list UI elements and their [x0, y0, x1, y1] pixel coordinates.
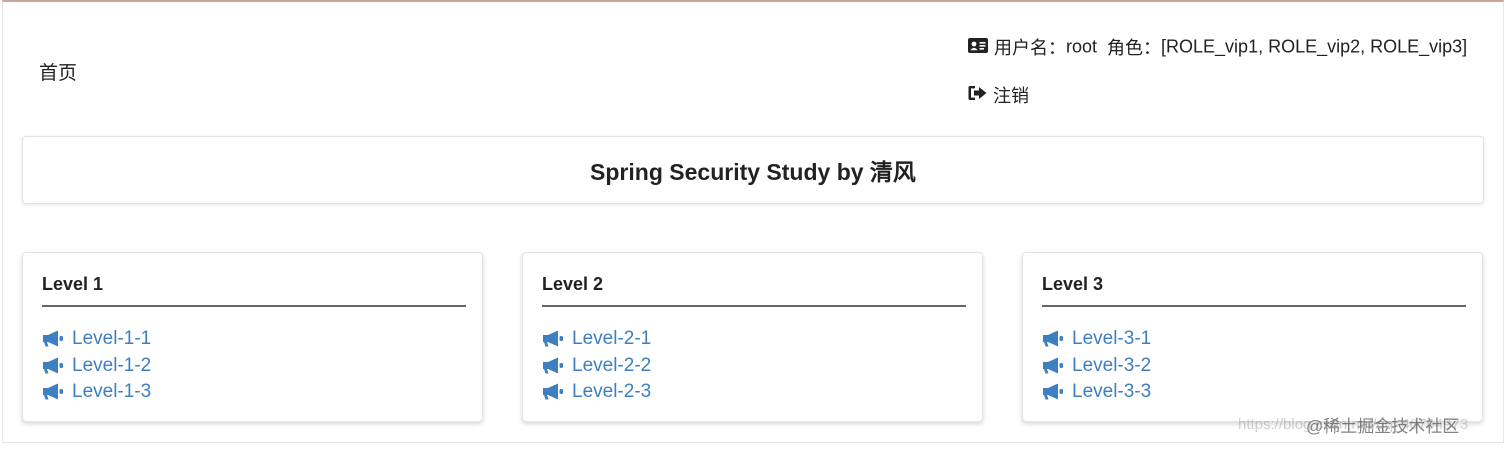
level-card-1: Level 1 Level-1-1 Level-1-2 Level-1-3 — [22, 252, 483, 422]
role-label: 角色： — [1107, 38, 1162, 58]
divider — [1042, 305, 1466, 307]
watermark-brand: @稀土掘金技术社区 — [1306, 417, 1460, 436]
level-link-1-2[interactable]: Level-1-2 — [42, 353, 151, 380]
card-heading: Level 1 — [42, 274, 104, 294]
bullhorn-icon — [43, 383, 63, 400]
level-card-2: Level 2 Level-2-1 Level-2-2 Level-2-3 — [522, 252, 983, 422]
logout-label: 注销 — [993, 86, 1029, 106]
bullhorn-icon — [43, 357, 63, 373]
logout-link[interactable]: 注销 — [968, 82, 1029, 108]
level-list: Level-1-1 Level-1-2 Level-1-3 — [42, 326, 151, 406]
id-card-icon — [968, 37, 988, 58]
level-list: Level-2-1 Level-2-2 Level-2-3 — [542, 326, 651, 406]
title-banner: Spring Security Study by 清风 — [22, 136, 1484, 204]
home-link[interactable]: 首页 — [39, 58, 77, 85]
username-value: root — [1066, 36, 1098, 57]
bullhorn-icon — [543, 383, 563, 400]
level-link-2-2[interactable]: Level-2-2 — [542, 353, 651, 380]
bullhorn-icon — [543, 357, 563, 373]
level-link-2-1[interactable]: Level-2-1 — [542, 326, 651, 353]
level-link-2-3[interactable]: Level-2-3 — [542, 379, 651, 406]
bullhorn-icon — [43, 330, 63, 347]
page-title: Spring Security Study by 清风 — [590, 159, 916, 185]
level-link-3-3[interactable]: Level-3-3 — [1042, 379, 1151, 406]
bullhorn-icon — [1043, 383, 1063, 400]
sign-out-icon — [968, 85, 987, 106]
bullhorn-icon — [1043, 357, 1063, 373]
level-link-3-2[interactable]: Level-3-2 — [1042, 353, 1151, 380]
divider — [42, 305, 466, 307]
level-card-3: Level 3 Level-3-1 Level-3-2 Level-3-3 — [1022, 252, 1483, 422]
user-info: 用户名：root 角色：[ROLE_vip1, ROLE_vip2, ROLE_v… — [968, 34, 1467, 60]
roles-value: [ROLE_vip1, ROLE_vip2, ROLE_vip3] — [1161, 36, 1468, 57]
level-link-1-3[interactable]: Level-1-3 — [42, 379, 151, 406]
level-link-3-1[interactable]: Level-3-1 — [1042, 326, 1151, 353]
divider — [542, 305, 966, 307]
username-label: 用户名： — [994, 38, 1066, 58]
level-list: Level-3-1 Level-3-2 Level-3-3 — [1042, 326, 1151, 406]
bullhorn-icon — [543, 330, 563, 347]
card-heading: Level 3 — [1042, 274, 1104, 294]
card-heading: Level 2 — [542, 274, 604, 294]
bullhorn-icon — [1043, 330, 1063, 347]
level-link-1-1[interactable]: Level-1-1 — [42, 326, 151, 353]
